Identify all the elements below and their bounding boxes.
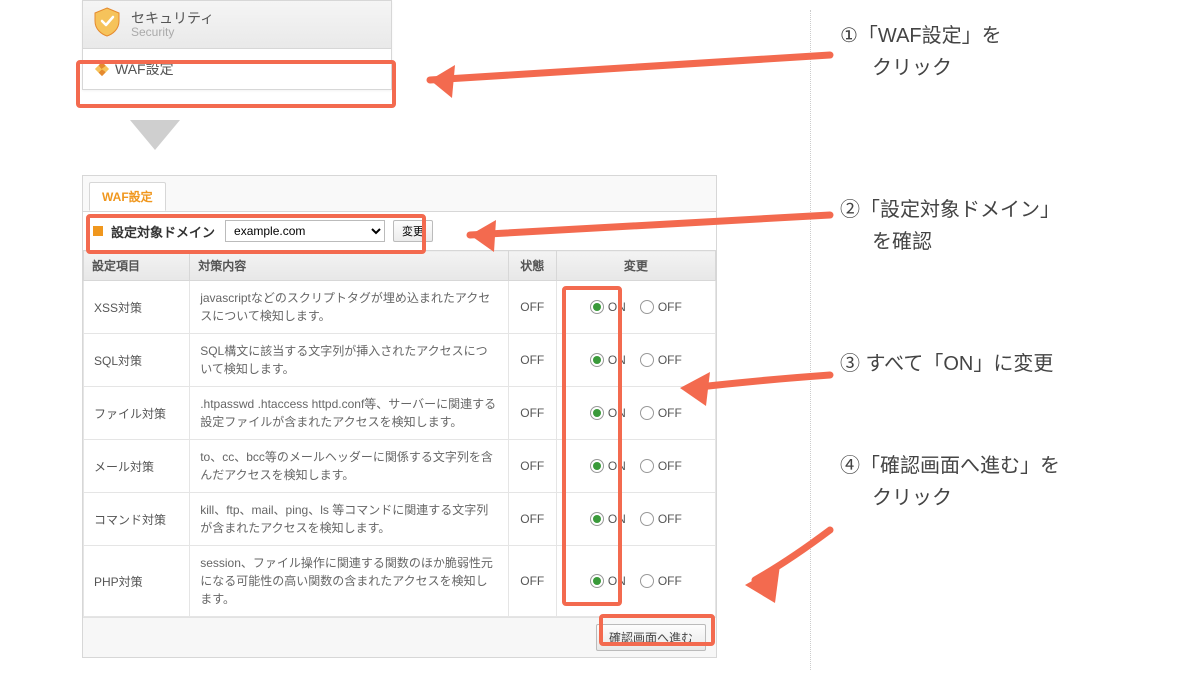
radio-on[interactable]: ON [590, 406, 626, 420]
radio-off[interactable]: OFF [640, 574, 682, 588]
flow-arrow-icon [130, 120, 180, 150]
row-change: ON OFF [556, 281, 715, 334]
radio-on-label: ON [608, 300, 626, 314]
table-row: SQL対策SQL構文に該当する文字列が挿入されたアクセスについて検知します。OF… [84, 334, 716, 387]
row-item: PHP対策 [84, 546, 190, 617]
row-desc: SQL構文に該当する文字列が挿入されたアクセスについて検知します。 [190, 334, 509, 387]
table-row: XSS対策javascriptなどのスクリプトタグが埋め込まれたアクセスについて… [84, 281, 716, 334]
radio-on[interactable]: ON [590, 459, 626, 473]
step-2: ②「設定対象ドメイン」 を確認 [840, 194, 1170, 258]
diamond-icon [97, 64, 107, 74]
confirm-button[interactable]: 確認画面へ進む [596, 624, 706, 651]
row-state: OFF [508, 387, 556, 440]
step-3: ③ すべて「ON」に変更 [840, 348, 1170, 380]
tab-waf[interactable]: WAF設定 [89, 182, 166, 211]
security-card-title-en: Security [131, 26, 214, 40]
settings-table: 設定項目 対策内容 状態 変更 XSS対策javascriptなどのスクリプトタ… [83, 250, 716, 617]
row-change: ON OFF [556, 440, 715, 493]
radio-icon [590, 574, 604, 588]
security-card: セキュリティ Security WAF設定 [82, 0, 392, 90]
row-state: OFF [508, 281, 556, 334]
sidebar-item-label: WAF設定 [115, 59, 174, 79]
radio-icon [640, 353, 654, 367]
radio-icon [640, 574, 654, 588]
radio-on-label: ON [608, 406, 626, 420]
radio-on-label: ON [608, 459, 626, 473]
sidebar-item-waf[interactable]: WAF設定 [83, 49, 391, 89]
row-state: OFF [508, 334, 556, 387]
row-change: ON OFF [556, 334, 715, 387]
radio-icon [640, 406, 654, 420]
radio-on-label: ON [608, 512, 626, 526]
radio-on[interactable]: ON [590, 512, 626, 526]
shield-icon [93, 7, 121, 42]
step-4: ④「確認画面へ進む」を クリック [840, 450, 1170, 514]
col-desc: 対策内容 [190, 251, 509, 281]
radio-on-label: ON [608, 353, 626, 367]
row-state: OFF [508, 440, 556, 493]
radio-on[interactable]: ON [590, 300, 626, 314]
row-desc: kill、ftp、mail、ping、ls 等コマンドに関連する文字列が含まれた… [190, 493, 509, 546]
security-card-title-jp: セキュリティ [131, 10, 214, 26]
radio-off-label: OFF [658, 300, 682, 314]
radio-off-label: OFF [658, 353, 682, 367]
table-row: コマンド対策kill、ftp、mail、ping、ls 等コマンドに関連する文字… [84, 493, 716, 546]
waf-settings-panel: WAF設定 設定対象ドメイン example.com 変更 設定項目 対策内容 … [82, 175, 717, 658]
radio-icon [640, 459, 654, 473]
row-item: コマンド対策 [84, 493, 190, 546]
radio-off[interactable]: OFF [640, 353, 682, 367]
radio-icon [640, 300, 654, 314]
row-change: ON OFF [556, 493, 715, 546]
col-state: 状態 [508, 251, 556, 281]
radio-off[interactable]: OFF [640, 459, 682, 473]
row-state: OFF [508, 546, 556, 617]
domain-row-label: 設定対象ドメイン [111, 222, 215, 241]
radio-off[interactable]: OFF [640, 300, 682, 314]
radio-off[interactable]: OFF [640, 406, 682, 420]
radio-icon [590, 459, 604, 473]
square-bullet-icon [93, 226, 103, 236]
radio-off-label: OFF [658, 574, 682, 588]
panel-footer: 確認画面へ進む [83, 617, 716, 657]
security-card-header: セキュリティ Security [83, 1, 391, 49]
row-change: ON OFF [556, 546, 715, 617]
row-change: ON OFF [556, 387, 715, 440]
row-item: メール対策 [84, 440, 190, 493]
radio-icon [590, 300, 604, 314]
tab-row: WAF設定 [83, 176, 716, 212]
row-item: ファイル対策 [84, 387, 190, 440]
radio-icon [640, 512, 654, 526]
vertical-divider [810, 10, 811, 670]
table-row: メール対策to、cc、bcc等のメールヘッダーに関係する文字列を含んだアクセスを… [84, 440, 716, 493]
radio-icon [590, 406, 604, 420]
radio-on[interactable]: ON [590, 574, 626, 588]
steps-annotations: ①「WAF設定」を クリック ②「設定対象ドメイン」 を確認 ③ すべて「ON」… [840, 20, 1170, 564]
row-state: OFF [508, 493, 556, 546]
radio-on-label: ON [608, 574, 626, 588]
row-desc: .htpasswd .htaccess httpd.conf等、サーバーに関連す… [190, 387, 509, 440]
radio-off-label: OFF [658, 512, 682, 526]
radio-icon [590, 353, 604, 367]
radio-icon [590, 512, 604, 526]
step-1: ①「WAF設定」を クリック [840, 20, 1170, 84]
col-item: 設定項目 [84, 251, 190, 281]
radio-off[interactable]: OFF [640, 512, 682, 526]
row-item: SQL対策 [84, 334, 190, 387]
table-row: PHP対策session、ファイル操作に関連する関数のほか脆弱性元になる可能性の… [84, 546, 716, 617]
row-desc: javascriptなどのスクリプトタグが埋め込まれたアクセスについて検知します… [190, 281, 509, 334]
row-desc: session、ファイル操作に関連する関数のほか脆弱性元になる可能性の高い関数の… [190, 546, 509, 617]
domain-select[interactable]: example.com [225, 220, 385, 242]
table-row: ファイル対策.htpasswd .htaccess httpd.conf等、サー… [84, 387, 716, 440]
col-change: 変更 [556, 251, 715, 281]
row-desc: to、cc、bcc等のメールヘッダーに関係する文字列を含んだアクセスを検知します… [190, 440, 509, 493]
radio-off-label: OFF [658, 406, 682, 420]
radio-on[interactable]: ON [590, 353, 626, 367]
row-item: XSS対策 [84, 281, 190, 334]
radio-off-label: OFF [658, 459, 682, 473]
domain-row: 設定対象ドメイン example.com 変更 [83, 212, 716, 250]
domain-change-button[interactable]: 変更 [393, 220, 433, 242]
